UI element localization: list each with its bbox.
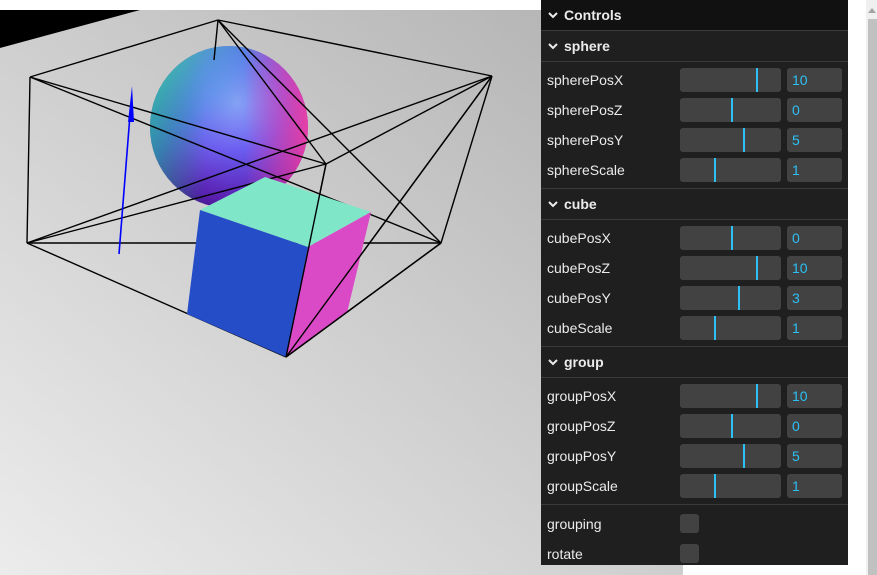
control-row: groupPosX 10 [541,381,848,411]
slider[interactable] [680,256,781,280]
slider[interactable] [680,384,781,408]
grouping-checkbox[interactable] [680,514,699,533]
rotate-checkbox[interactable] [680,544,699,563]
number-input[interactable]: 5 [787,128,842,152]
control-row: cubePosX 0 [541,223,848,253]
folder-title: cube [564,196,597,212]
control-row: cubeScale 1 [541,313,848,343]
controls-title-bar[interactable]: Controls [541,0,848,31]
control-row: groupScale 1 [541,471,848,501]
number-input[interactable]: 0 [787,226,842,250]
control-label: spherePosX [547,72,624,88]
toggle-row-rotate: rotate [541,539,848,569]
control-label: spherePosY [547,132,624,148]
control-label: cubePosY [547,290,611,306]
folder-sphere: sphere spherePosX 10 spherePosZ 0 sphere… [541,31,848,189]
slider[interactable] [680,444,781,468]
control-row: spherePosX 10 [541,65,848,95]
control-label: sphereScale [547,162,625,178]
slider-handle[interactable] [730,226,733,250]
folder-group: group groupPosX 10 groupPosZ 0 groupPosY… [541,347,848,505]
slider[interactable] [680,158,781,182]
control-row: spherePosZ 0 [541,95,848,125]
slider-handle[interactable] [713,158,716,182]
slider[interactable] [680,98,781,122]
number-input[interactable]: 1 [787,474,842,498]
slider[interactable] [680,414,781,438]
folder-title: sphere [564,38,610,54]
slider-handle[interactable] [713,316,716,340]
control-row: sphereScale 1 [541,155,848,185]
scrollbar-thumb[interactable] [868,19,877,575]
number-input[interactable]: 3 [787,286,842,310]
slider-handle[interactable] [743,444,746,468]
folder-header-group[interactable]: group [541,347,848,378]
slider-handle[interactable] [730,414,733,438]
number-input[interactable]: 0 [787,414,842,438]
number-input[interactable]: 10 [787,68,842,92]
slider[interactable] [680,128,781,152]
slider-handle[interactable] [755,256,758,280]
control-label: groupPosY [547,448,617,464]
control-label: spherePosZ [547,102,623,118]
chevron-down-icon [548,43,558,50]
control-row: spherePosY 5 [541,125,848,155]
toggle-row-grouping: grouping [541,509,848,539]
control-label: groupPosZ [547,418,616,434]
control-label: cubeScale [547,320,613,336]
control-label: cubePosX [547,230,611,246]
control-row: cubePosZ 10 [541,253,848,283]
slider[interactable] [680,226,781,250]
control-label: cubePosZ [547,260,611,276]
chevron-down-icon [548,201,558,208]
slider-handle[interactable] [730,98,733,122]
slider[interactable] [680,474,781,498]
control-row: cubePosY 3 [541,283,848,313]
slider-handle[interactable] [738,286,741,310]
scroll-up-arrow-icon[interactable] [868,8,876,13]
slider[interactable] [680,68,781,92]
number-input[interactable]: 10 [787,384,842,408]
toggle-label: grouping [547,516,602,532]
control-row: groupPosY 5 [541,441,848,471]
toggle-label: rotate [547,546,583,562]
controls-panel: Controls sphere spherePosX 10 spherePosZ… [541,0,848,565]
slider-handle[interactable] [755,68,758,92]
slider-handle[interactable] [755,384,758,408]
control-row: groupPosZ 0 [541,411,848,441]
folder-cube: cube cubePosX 0 cubePosZ 10 cubePosY 3 c… [541,189,848,347]
slider-handle[interactable] [713,474,716,498]
number-input[interactable]: 0 [787,98,842,122]
folder-header-sphere[interactable]: sphere [541,31,848,62]
slider-handle[interactable] [743,128,746,152]
control-label: groupScale [547,478,618,494]
folder-header-cube[interactable]: cube [541,189,848,220]
number-input[interactable]: 1 [787,316,842,340]
chevron-down-icon [548,12,558,19]
number-input[interactable]: 10 [787,256,842,280]
number-input[interactable]: 1 [787,158,842,182]
control-label: groupPosX [547,388,617,404]
slider[interactable] [680,286,781,310]
folder-title: group [564,354,604,370]
chevron-down-icon [548,359,558,366]
number-input[interactable]: 5 [787,444,842,468]
slider[interactable] [680,316,781,340]
controls-title: Controls [564,7,622,23]
